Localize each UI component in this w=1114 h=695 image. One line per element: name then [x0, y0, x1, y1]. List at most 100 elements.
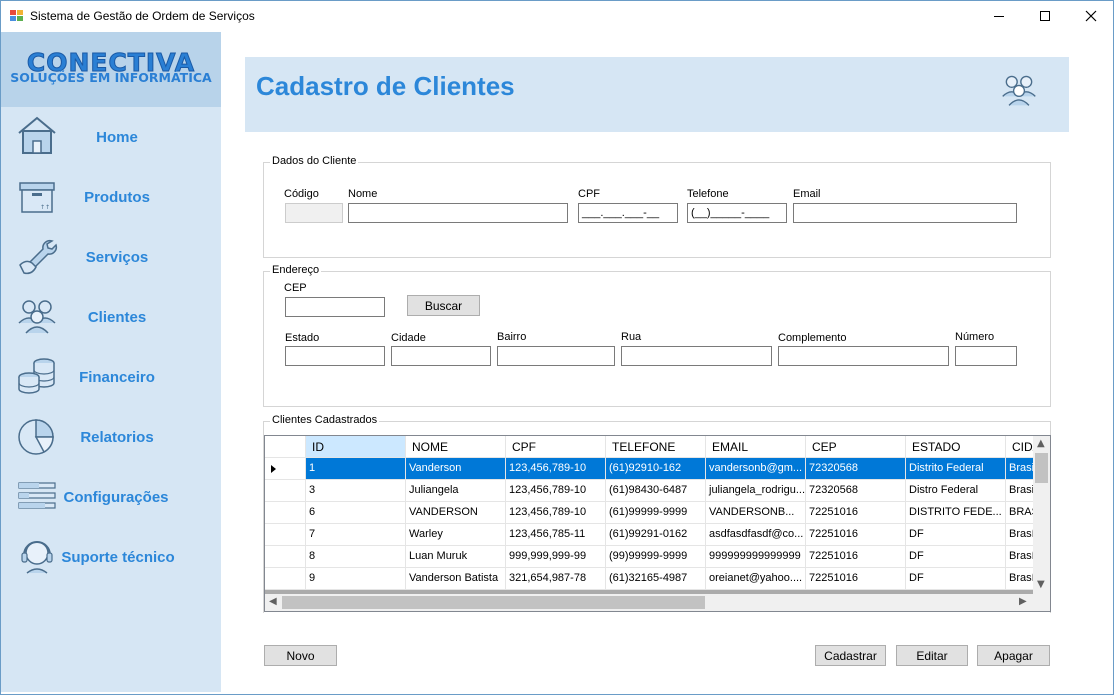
- maximize-button[interactable]: [1022, 0, 1068, 32]
- cell-nome[interactable]: Warley: [406, 524, 506, 546]
- cell-email[interactable]: vandersonb@gm...: [706, 458, 806, 480]
- cell-email[interactable]: VANDERSONB...: [706, 502, 806, 524]
- scroll-left-icon[interactable]: ◀: [269, 596, 277, 607]
- numero-field[interactable]: [955, 346, 1017, 366]
- cell-estado[interactable]: DF: [906, 524, 1006, 546]
- row-header[interactable]: [265, 480, 306, 502]
- table-row[interactable]: 9 Vanderson Batista 321,654,987-78 (61)3…: [265, 568, 1046, 590]
- cell-telefone[interactable]: (61)99291-0162: [606, 524, 706, 546]
- cep-field[interactable]: [285, 297, 385, 317]
- vertical-scrollbar[interactable]: ▲ ▼: [1033, 436, 1050, 594]
- nome-field[interactable]: [348, 203, 568, 223]
- clientes-grid[interactable]: ID NOME CPF TELEFONE EMAIL CEP ESTADO CI…: [264, 435, 1051, 612]
- row-header[interactable]: [265, 568, 306, 590]
- row-header[interactable]: [265, 524, 306, 546]
- cidade-field[interactable]: [391, 346, 491, 366]
- cell-telefone[interactable]: (61)92910-162: [606, 458, 706, 480]
- sidebar-item-servicos[interactable]: Serviços: [1, 227, 221, 287]
- cell-id[interactable]: 3: [306, 480, 406, 502]
- cell-nome[interactable]: VANDERSON: [406, 502, 506, 524]
- novo-button[interactable]: Novo: [264, 645, 337, 666]
- scroll-thumb[interactable]: [282, 596, 705, 609]
- cpf-field[interactable]: ___.___.___-__: [578, 203, 678, 223]
- cell-estado[interactable]: DF: [906, 568, 1006, 590]
- cell-nome[interactable]: Vanderson: [406, 458, 506, 480]
- cell-estado[interactable]: DISTRITO FEDE...: [906, 502, 1006, 524]
- sidebar-item-clientes[interactable]: Clientes: [1, 287, 221, 347]
- cell-telefone[interactable]: (61)32165-4987: [606, 568, 706, 590]
- cell-id[interactable]: 6: [306, 502, 406, 524]
- scroll-up-icon[interactable]: ▲: [1037, 438, 1045, 449]
- table-row[interactable]: 3 Juliangela 123,456,789-10 (61)98430-64…: [265, 480, 1046, 502]
- rua-field[interactable]: [621, 346, 772, 366]
- cell-cpf[interactable]: 123,456,789-10: [506, 502, 606, 524]
- row-header[interactable]: [265, 502, 306, 524]
- row-header[interactable]: [265, 546, 306, 568]
- editar-button[interactable]: Editar: [896, 645, 968, 666]
- row-header[interactable]: [265, 458, 306, 480]
- complemento-field[interactable]: [778, 346, 949, 366]
- cell-id[interactable]: 8: [306, 546, 406, 568]
- scroll-right-icon[interactable]: ▶: [1019, 596, 1027, 607]
- apagar-button[interactable]: Apagar: [977, 645, 1050, 666]
- sidebar-item-suporte[interactable]: Suporte técnico: [1, 527, 221, 587]
- table-row[interactable]: 1 Vanderson 123,456,789-10 (61)92910-162…: [265, 458, 1046, 480]
- column-header-cpf[interactable]: CPF: [506, 436, 606, 458]
- scroll-down-icon[interactable]: ▼: [1037, 579, 1045, 590]
- cell-cpf[interactable]: 999,999,999-99: [506, 546, 606, 568]
- cell-cpf[interactable]: 321,654,987-78: [506, 568, 606, 590]
- cell-cep[interactable]: 72251016: [806, 502, 906, 524]
- cell-estado[interactable]: Distrito Federal: [906, 458, 1006, 480]
- table-row[interactable]: 7 Warley 123,456,785-11 (61)99291-0162 a…: [265, 524, 1046, 546]
- column-header-telefone[interactable]: TELEFONE: [606, 436, 706, 458]
- cell-telefone[interactable]: (99)99999-9999: [606, 546, 706, 568]
- sidebar-item-relatorios[interactable]: Relatorios: [1, 407, 221, 467]
- close-button[interactable]: [1068, 0, 1114, 32]
- cell-cpf[interactable]: 123,456,789-10: [506, 458, 606, 480]
- column-header-email[interactable]: EMAIL: [706, 436, 806, 458]
- column-header-id[interactable]: ID: [306, 436, 406, 458]
- cell-cep[interactable]: 72320568: [806, 480, 906, 502]
- cidade-label: Cidade: [391, 332, 426, 344]
- cell-cep[interactable]: 72320568: [806, 458, 906, 480]
- cell-email[interactable]: juliangela_rodrigu...: [706, 480, 806, 502]
- table-row[interactable]: 6 VANDERSON 123,456,789-10 (61)99999-999…: [265, 502, 1046, 524]
- sidebar-item-home[interactable]: Home: [1, 107, 221, 167]
- cell-cpf[interactable]: 123,456,785-11: [506, 524, 606, 546]
- estado-field[interactable]: [285, 346, 385, 366]
- cell-cep[interactable]: 72251016: [806, 546, 906, 568]
- buscar-button[interactable]: Buscar: [407, 295, 480, 316]
- minimize-button[interactable]: [976, 0, 1022, 32]
- sidebar-item-configuracoes[interactable]: Configurações: [1, 467, 221, 527]
- table-row[interactable]: 8 Luan Muruk 999,999,999-99 (99)99999-99…: [265, 546, 1046, 568]
- codigo-field[interactable]: [285, 203, 343, 223]
- cell-cpf[interactable]: 123,456,789-10: [506, 480, 606, 502]
- sidebar-item-financeiro[interactable]: Financeiro: [1, 347, 221, 407]
- cell-cep[interactable]: 72251016: [806, 524, 906, 546]
- bairro-field[interactable]: [497, 346, 615, 366]
- sidebar-item-label: Produtos: [84, 188, 150, 206]
- column-header-estado[interactable]: ESTADO: [906, 436, 1006, 458]
- cell-nome[interactable]: Juliangela: [406, 480, 506, 502]
- cell-telefone[interactable]: (61)98430-6487: [606, 480, 706, 502]
- cell-telefone[interactable]: (61)99999-9999: [606, 502, 706, 524]
- cell-email[interactable]: asdfasdfasdf@co...: [706, 524, 806, 546]
- column-header-nome[interactable]: NOME: [406, 436, 506, 458]
- cell-cep[interactable]: 72251016: [806, 568, 906, 590]
- scroll-thumb[interactable]: [1035, 453, 1048, 483]
- cadastrar-button[interactable]: Cadastrar: [815, 645, 886, 666]
- cell-nome[interactable]: Luan Muruk: [406, 546, 506, 568]
- cell-email[interactable]: oreianet@yahoo....: [706, 568, 806, 590]
- cell-id[interactable]: 7: [306, 524, 406, 546]
- horizontal-scrollbar[interactable]: ◀ ▶: [265, 594, 1033, 611]
- cell-id[interactable]: 9: [306, 568, 406, 590]
- sidebar-item-produtos[interactable]: ↑↑ Produtos: [1, 167, 221, 227]
- cell-estado[interactable]: Distro Federal: [906, 480, 1006, 502]
- column-header-cep[interactable]: CEP: [806, 436, 906, 458]
- cell-id[interactable]: 1: [306, 458, 406, 480]
- cell-nome[interactable]: Vanderson Batista: [406, 568, 506, 590]
- cell-email[interactable]: 999999999999999: [706, 546, 806, 568]
- telefone-field[interactable]: (__)_____-____: [687, 203, 787, 223]
- cell-estado[interactable]: DF: [906, 546, 1006, 568]
- email-field[interactable]: [793, 203, 1017, 223]
